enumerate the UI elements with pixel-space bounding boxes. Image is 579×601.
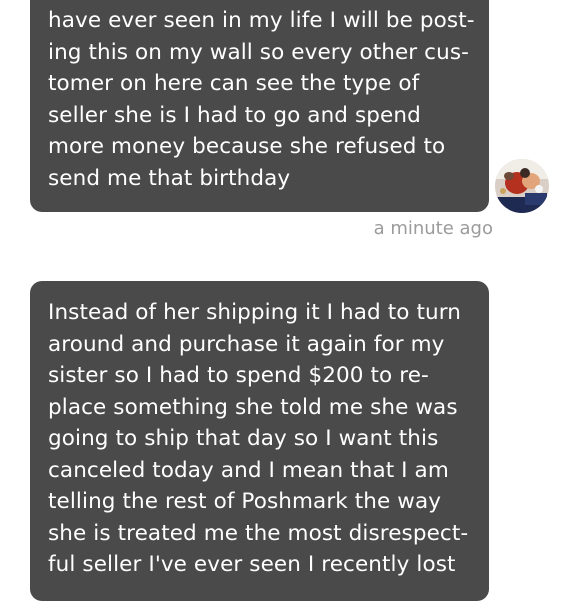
message-line: sister so I had to spend $200 to re-	[48, 363, 429, 388]
message-line: she is treated me the most disrespect-	[48, 520, 469, 546]
message-line: ing this on my wall so every other cus-	[48, 39, 469, 65]
message-line: tomer on here can see the type of	[48, 71, 420, 96]
sender-avatar[interactable]	[495, 159, 549, 213]
message-line: Instead of her shipping it I had to turn	[48, 300, 462, 325]
message-line: have ever seen in my life I will be post…	[48, 8, 475, 33]
message-line: telling the rest of Poshmark the way	[48, 489, 442, 514]
message-bubble: have ever seen in my life I will be post…	[30, 0, 489, 212]
message-timestamp: a minute ago	[373, 218, 493, 239]
message-line: around and purchase it again for my	[48, 331, 445, 357]
user-avatar-photo-icon	[495, 159, 549, 213]
message-line: canceled today and I mean that I am	[48, 457, 449, 483]
message-line: going to ship that day so I want this	[48, 426, 439, 451]
message-line: seller she is I had to go and spend	[48, 102, 421, 128]
message-bubble: Instead of her shipping it I had to turn…	[30, 281, 489, 601]
message-line: send me that birthday	[48, 165, 291, 191]
message-line: more money because she refused to	[48, 134, 446, 159]
message-line: place something she told me she was	[48, 394, 458, 420]
message-line: ful seller I've ever seen I recently los…	[48, 552, 456, 577]
